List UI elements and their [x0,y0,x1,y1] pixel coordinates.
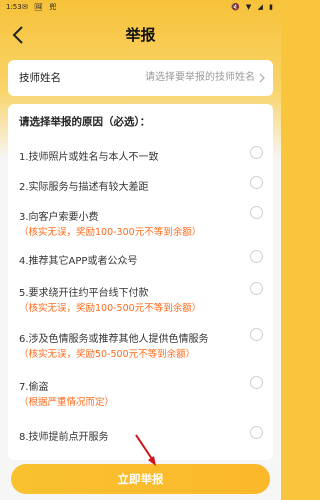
page-title: 举报 [125,26,156,44]
reason-text: 5.要求绕开往约平台线下付款 [19,288,149,299]
reason-note: （根据严重情况而定） [19,397,115,408]
technician-label: 技师姓名 [19,72,61,84]
radio-button[interactable] [250,176,263,189]
radio-button[interactable] [250,250,263,263]
navigation-bar: 举报 [0,16,281,54]
radio-button[interactable] [250,282,263,295]
reason-text: 8.技师提前点开服务 [19,432,109,443]
radio-button[interactable] [250,146,263,159]
radio-button[interactable] [250,206,263,219]
radio-button[interactable] [250,328,263,341]
radio-button[interactable] [250,426,263,439]
chevron-right-icon [259,73,265,83]
status-system-icons: 🔇 ▼ ◢ ▮ [230,3,275,11]
reason-note: （核实无误，奖励50-500元不等到余额） [19,349,196,360]
arrow-pointer-icon [135,434,156,466]
reason-text: 3.向客户索要小费 [19,212,99,223]
reason-note: （核实无误，奖励100-300元不等到余额） [19,227,202,238]
reason-text: 6.涉及色情服务或推荐其他人提供色情服务 [19,334,209,345]
reason-text: 7.偷盗 [19,382,49,393]
status-bar: 1:53 ✉ 🖼 兜 🔇 ▼ ◢ ▮ [0,0,281,14]
reasons-card: 请选择举报的原因（必选）： 1.技师照片或姓名与本人不一致 2.实际服务与描述有… [8,104,273,460]
status-notification-icons: ✉ 🖼 兜 [22,3,59,11]
reason-text: 4.推荐其它APP或者公众号 [19,256,138,267]
reason-note: （核实无误，奖励100-500元不等到余额） [19,303,202,314]
technician-placeholder: 请选择要举报的技师姓名 [145,72,255,83]
reasons-title: 请选择举报的原因（必选）： [19,116,151,128]
radio-button[interactable] [250,376,263,389]
reason-text: 1.技师照片或姓名与本人不一致 [19,152,159,163]
status-time: 1:53 [6,3,22,11]
reason-text: 2.实际服务与描述有较大差距 [19,182,149,193]
technician-selector[interactable]: 技师姓名 请选择要举报的技师姓名 [8,60,273,96]
